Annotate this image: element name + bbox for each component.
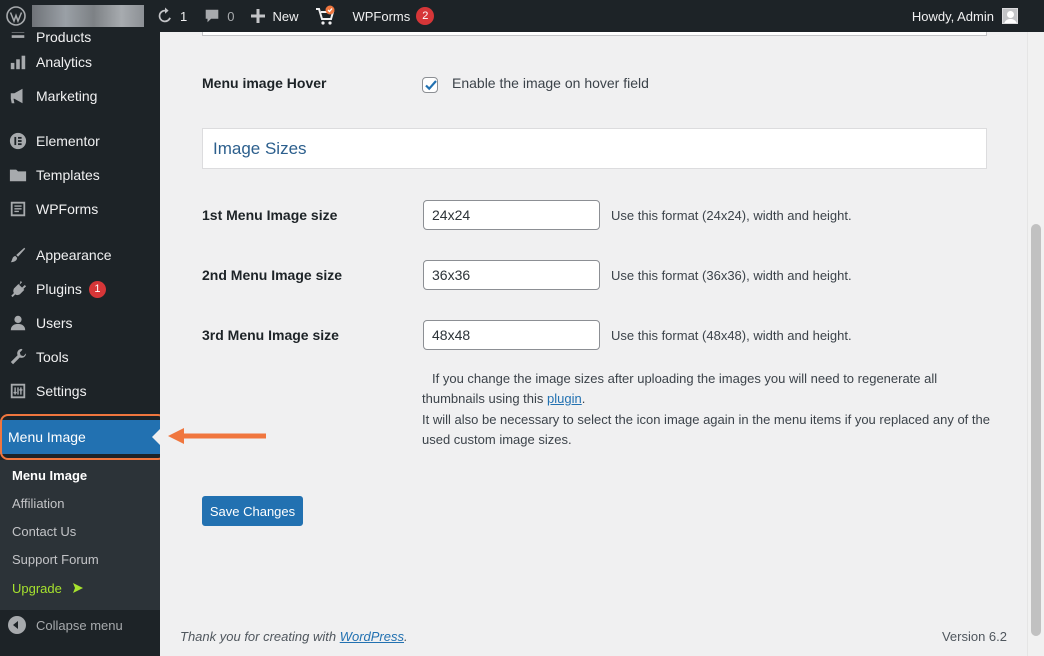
footer-text: Thank you for creating with xyxy=(180,629,337,644)
image-sizes-section: Image Sizes xyxy=(202,128,987,169)
new-label: New xyxy=(272,8,299,24)
sidebar-item-label: Tools xyxy=(36,349,69,365)
sidebar-item-marketing[interactable]: Marketing xyxy=(0,79,160,113)
size-2-description: Use this format (36x36), width and heigh… xyxy=(611,268,852,283)
elementor-icon xyxy=(8,131,28,151)
new-content-button[interactable]: New xyxy=(242,0,306,32)
plug-icon xyxy=(8,279,28,299)
sidebar-item-users[interactable]: Users xyxy=(0,306,160,340)
sidebar-item-label: Appearance xyxy=(36,247,112,263)
refresh-icon xyxy=(158,7,171,23)
size-3-label: 3rd Menu Image size xyxy=(202,327,339,343)
comment-icon xyxy=(205,9,219,23)
hover-label: Menu image Hover xyxy=(202,75,327,91)
sidebar-item-plugins[interactable]: Plugins 1 xyxy=(0,272,160,306)
size-2-label: 2nd Menu Image size xyxy=(202,267,343,283)
wpforms-badge: 2 xyxy=(416,7,435,25)
sidebar-item-label: Plugins xyxy=(36,281,82,297)
site-name-redacted[interactable] xyxy=(32,5,144,27)
sidebar-item-label: Templates xyxy=(36,167,100,183)
collapse-menu-button[interactable]: Collapse menu xyxy=(8,616,123,634)
size-1-label: 1st Menu Image size xyxy=(202,207,338,223)
sidebar-item-label: Products xyxy=(36,32,92,45)
page-scrollbar[interactable] xyxy=(1027,32,1044,656)
cart-icon xyxy=(316,5,335,25)
note-period: . xyxy=(581,391,586,406)
checkmark-icon xyxy=(425,80,437,91)
highlight-annotation-box xyxy=(0,414,160,460)
sidebar-item-wpforms[interactable]: WPForms xyxy=(0,192,160,226)
sidebar-item-templates[interactable]: Templates xyxy=(0,158,160,192)
sidebar-item-elementor[interactable]: Elementor xyxy=(0,124,160,158)
footer-thanks: Thank you for creating with WordPress. xyxy=(180,629,408,644)
size-1-input[interactable] xyxy=(423,200,600,230)
user-icon xyxy=(8,313,28,333)
howdy-label: Howdy, Admin xyxy=(911,8,994,24)
admin-sidebar: Products Analytics Marketing Elementor T… xyxy=(0,32,160,656)
my-account-button[interactable]: Howdy, Admin xyxy=(912,8,1044,24)
size-1-description: Use this format (24x24), width and heigh… xyxy=(611,208,852,223)
regenerate-note: If you change the image sizes after uplo… xyxy=(422,369,992,409)
collapse-label: Collapse menu xyxy=(36,617,123,633)
submenu: Menu Image Affiliation Contact Us Suppor… xyxy=(0,460,160,610)
sidebar-item-analytics[interactable]: Analytics xyxy=(0,45,160,79)
main-content: Menu image Hover Enable the image on hov… xyxy=(160,30,1027,656)
section-title: Image Sizes xyxy=(213,138,307,158)
submenu-item-affiliation[interactable]: Affiliation xyxy=(12,496,65,511)
size-3-description: Use this format (48x48), width and heigh… xyxy=(611,328,852,343)
brush-icon xyxy=(8,245,28,265)
updates-count: 1 xyxy=(180,8,188,24)
scrollbar-thumb[interactable] xyxy=(1031,224,1041,636)
icon-note: It will also be necessary to select the … xyxy=(422,412,990,447)
hover-checkbox[interactable] xyxy=(422,77,438,93)
updates-button[interactable]: 1 xyxy=(148,0,195,32)
wpforms-label: WPForms xyxy=(352,8,411,24)
wordpress-logo-icon[interactable] xyxy=(0,0,30,32)
sidebar-item-label: Marketing xyxy=(36,88,98,104)
upgrade-label: Upgrade xyxy=(12,581,62,596)
plugin-link[interactable]: plugin xyxy=(547,391,582,406)
sidebar-item-tools[interactable]: Tools xyxy=(0,340,160,374)
woocommerce-cart-button[interactable] xyxy=(306,0,344,32)
sliders-icon xyxy=(8,381,28,401)
comments-count: 0 xyxy=(227,8,235,24)
sidebar-item-appearance[interactable]: Appearance xyxy=(0,238,160,272)
submenu-item-support-forum[interactable]: Support Forum xyxy=(12,552,99,567)
avatar xyxy=(1002,8,1018,24)
submenu-item-menu-image[interactable]: Menu Image xyxy=(12,468,87,483)
sidebar-item-settings[interactable]: Settings xyxy=(0,374,160,408)
comments-button[interactable]: 0 xyxy=(195,0,242,32)
megaphone-icon xyxy=(8,86,28,106)
sidebar-item-label: WPForms xyxy=(36,201,99,217)
wrench-icon xyxy=(8,347,28,367)
sidebar-item-label: Elementor xyxy=(36,133,100,149)
folder-icon xyxy=(8,165,28,185)
hover-checkbox-label[interactable]: Enable the image on hover field xyxy=(452,75,649,91)
sidebar-item-label: Analytics xyxy=(36,54,93,70)
admin-bar: 1 0 New WPForms 2 Howdy, Admin xyxy=(0,0,1044,32)
submenu-item-contact-us[interactable]: Contact Us xyxy=(12,524,76,539)
sidebar-item-label: Settings xyxy=(36,383,87,399)
plugins-badge: 1 xyxy=(88,280,106,298)
wordpress-link[interactable]: WordPress xyxy=(340,629,404,644)
footer-period: . xyxy=(404,629,408,644)
size-3-input[interactable] xyxy=(423,320,600,350)
plus-icon xyxy=(251,9,266,23)
analytics-icon xyxy=(8,52,28,72)
submenu-item-upgrade[interactable]: Upgrade xyxy=(12,581,84,596)
wpforms-admin-button[interactable]: WPForms 2 xyxy=(344,0,442,32)
sidebar-item-label: Users xyxy=(36,315,73,331)
note-text: If you change the image sizes after uplo… xyxy=(422,371,938,406)
wpforms-icon xyxy=(8,199,28,219)
play-arrow-icon xyxy=(72,583,83,593)
collapse-arrow-icon xyxy=(8,616,26,634)
version-label: Version 6.2 xyxy=(941,629,1007,644)
size-2-input[interactable] xyxy=(423,260,600,290)
save-changes-button[interactable]: Save Changes xyxy=(202,496,303,526)
